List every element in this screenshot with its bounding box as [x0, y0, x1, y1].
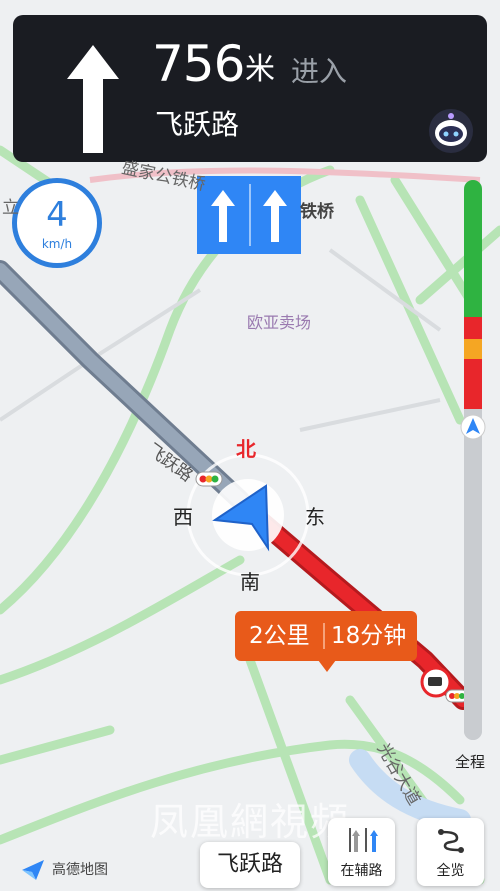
bubble-tail: [318, 660, 336, 672]
straight-arrow-icon: [67, 45, 119, 153]
route-info-bubble[interactable]: 2公里 18分钟: [235, 611, 417, 661]
amap-logo-text: 高德地图: [52, 862, 108, 878]
lane-guidance: [197, 176, 301, 254]
aux-road-label: 在辅路: [340, 863, 383, 879]
lane-straight-icon: [211, 190, 235, 242]
overview-label: 全览: [436, 863, 465, 879]
maneuver-action: 进入: [291, 55, 348, 88]
traffic-segment-travelled: [464, 409, 482, 740]
current-road-name: 飞跃路: [216, 852, 283, 877]
traffic-bar[interactable]: [464, 180, 482, 740]
traffic-segment-yellow: [464, 339, 482, 359]
lane-divider: [249, 184, 251, 246]
road-label-bridge: 铁桥: [300, 202, 334, 222]
traffic-light-icon: [195, 471, 223, 487]
speed-unit: km/h: [41, 237, 73, 251]
compass-west: 西: [173, 505, 193, 529]
aux-road-button[interactable]: 在辅路: [328, 818, 395, 886]
road-label-edge: 立: [2, 198, 19, 218]
voice-assistant-icon[interactable]: [428, 108, 474, 154]
speed-camera-icon: [420, 666, 452, 698]
traffic-bar-position-icon: [460, 414, 486, 440]
traffic-segment-green: [464, 180, 482, 317]
distance-value: 756: [152, 35, 245, 93]
aux-road-icon: [349, 828, 378, 852]
bubble-divider: [323, 623, 325, 649]
full-route-label: 全程: [455, 753, 486, 771]
distance-unit: 米: [245, 52, 275, 87]
overview-button[interactable]: 全览: [417, 818, 484, 886]
traffic-segment-red: [464, 317, 482, 339]
compass-east: 东: [305, 505, 325, 529]
remaining-distance: 2公里: [249, 623, 310, 649]
compass-south: 南: [240, 570, 260, 594]
route-overview-icon: [438, 829, 464, 853]
speed-value: 4: [46, 195, 68, 235]
amap-logo-icon: [22, 860, 44, 880]
lane-straight-icon: [263, 190, 287, 242]
next-road-name: 飞跃路: [155, 108, 240, 141]
compass-north: 北: [236, 437, 256, 461]
speedometer: 4 km/h: [12, 178, 102, 268]
current-road-badge: 飞跃路: [200, 842, 300, 888]
remaining-time: 18分钟: [331, 623, 407, 649]
guidance-panel[interactable]: [13, 15, 487, 162]
poi-label: 欧亚卖场: [247, 313, 312, 332]
watermark: 凤凰網視頻: [150, 800, 351, 844]
traffic-segment-red: [464, 359, 482, 409]
